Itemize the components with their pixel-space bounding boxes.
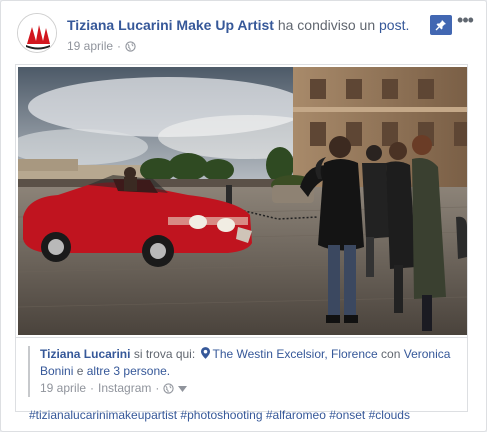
globe-icon[interactable] [125, 40, 136, 52]
pin-icon [435, 20, 446, 31]
photo-image [18, 67, 467, 335]
post-photo[interactable] [18, 67, 467, 335]
shared-meta: 19 aprile · Instagram · [40, 380, 455, 397]
post-date[interactable]: 19 aprile [67, 39, 113, 53]
hashtag-link[interactable]: #tizianalucarinimakeupartist [29, 408, 177, 422]
with-text: con [381, 347, 401, 361]
location-pin-icon [200, 347, 210, 359]
globe-icon[interactable] [163, 383, 175, 394]
shared-separator-1: · [90, 381, 95, 395]
post-meta: 19 aprile · [67, 39, 136, 53]
chevron-down-icon[interactable] [178, 385, 188, 392]
others-link[interactable]: altre 3 persone. [87, 364, 170, 378]
pin-button[interactable] [430, 15, 452, 35]
more-icon[interactable]: ••• [456, 11, 474, 33]
hashtag-link[interactable]: #clouds [369, 408, 410, 422]
shared-line: Tiziana Lucarini si trova qui: The Westi… [40, 346, 455, 380]
avatar[interactable] [17, 13, 57, 53]
post-card: Tiziana Lucarini Make Up Artist ha condi… [0, 0, 487, 432]
shared-post-link[interactable]: post. [379, 17, 409, 33]
shared-caption: Tiziana Lucarini si trova qui: The Westi… [16, 337, 467, 411]
and-text: e [76, 364, 84, 378]
hashtag-link[interactable]: #alfaromeo [266, 408, 326, 422]
shared-author-name[interactable]: Tiziana Lucarini [40, 347, 130, 361]
hashtag-link[interactable]: #photoshooting [180, 408, 262, 422]
action-text: ha condiviso un [277, 17, 376, 33]
shared-attachment: Tiziana Lucarini si trova qui: The Westi… [15, 64, 468, 412]
post-header: Tiziana Lucarini Make Up Artist ha condi… [17, 11, 474, 57]
meta-separator: · [117, 39, 122, 53]
hashtags: #tizianalucarinimakeupartist #photoshoot… [29, 408, 410, 422]
shared-date[interactable]: 19 aprile [40, 380, 86, 397]
hashtag-link[interactable]: #onset [329, 408, 365, 422]
location-prefix: si trova qui: [133, 347, 196, 361]
shared-quote: Tiziana Lucarini si trova qui: The Westi… [28, 346, 455, 397]
shared-source[interactable]: Instagram [98, 380, 151, 397]
shared-separator-2: · [155, 381, 160, 395]
author-line: Tiziana Lucarini Make Up Artist ha condi… [67, 17, 409, 33]
avatar-logo [18, 14, 56, 52]
place-link[interactable]: The Westin Excelsior, Florence [213, 347, 378, 361]
author-name[interactable]: Tiziana Lucarini Make Up Artist [67, 17, 274, 33]
